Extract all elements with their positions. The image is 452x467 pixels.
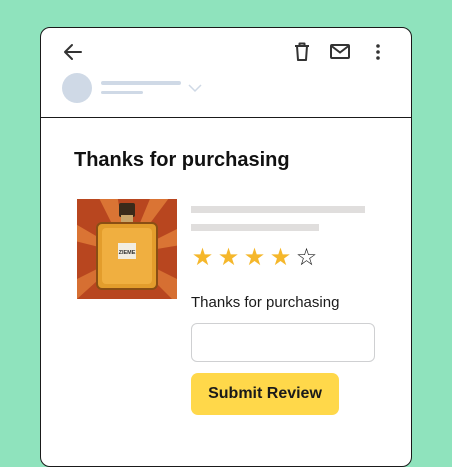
more-vertical-icon[interactable] [369, 40, 387, 64]
trash-icon[interactable] [291, 39, 313, 63]
review-input[interactable] [191, 323, 375, 362]
chevron-down-icon[interactable] [188, 80, 202, 93]
bottle-label: ZIEME [119, 250, 136, 256]
sender-email-placeholder [101, 91, 143, 94]
product-name-placeholder [191, 206, 365, 213]
review-prompt: Thanks for purchasing [191, 294, 340, 311]
star-empty-icon[interactable]: ☆ [294, 244, 319, 272]
submit-review-button[interactable]: Submit Review [191, 373, 339, 415]
email-header [41, 28, 411, 118]
star-filled-icon[interactable]: ★ [242, 244, 267, 272]
star-filled-icon[interactable]: ★ [190, 244, 215, 272]
back-arrow-icon[interactable] [59, 38, 87, 66]
email-title: Thanks for purchasing [74, 149, 290, 171]
product-image: ZIEME [77, 199, 177, 299]
star-filled-icon[interactable]: ★ [216, 244, 241, 272]
star-filled-icon[interactable]: ★ [268, 244, 293, 272]
sender-avatar [62, 73, 92, 103]
product-description-placeholder [191, 224, 319, 231]
mail-icon[interactable] [327, 40, 353, 62]
email-window: Thanks for purchasing ZIEME ★ ★ ★ ★ ☆ Than [40, 27, 412, 467]
sender-name-placeholder [101, 81, 181, 85]
star-rating[interactable]: ★ ★ ★ ★ ☆ [190, 244, 319, 272]
